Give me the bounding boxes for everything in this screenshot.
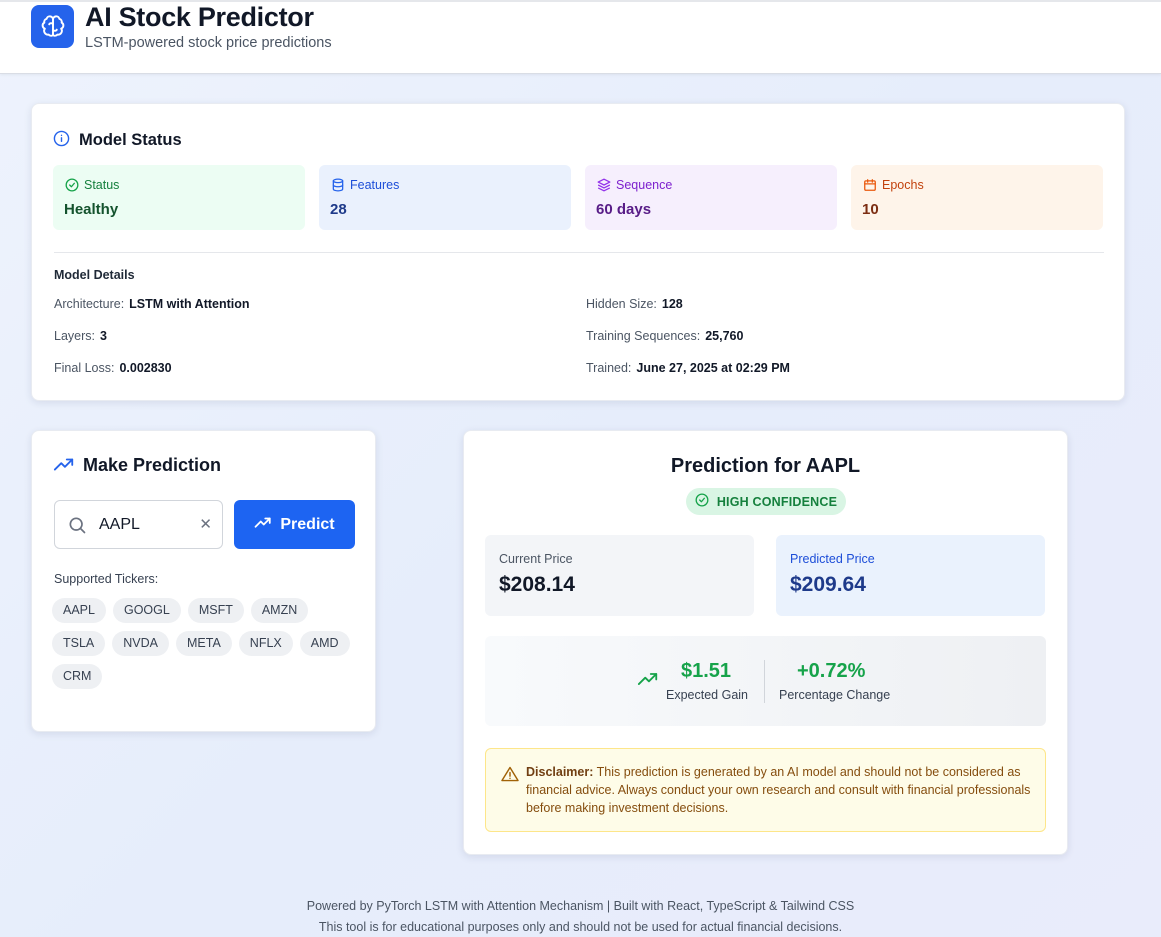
trending-up-icon (254, 516, 272, 534)
ticker-chip-crm[interactable]: CRM (52, 664, 103, 689)
brain-icon (31, 5, 74, 48)
detail-trained: Trained: June 27, 2025 at 02:29 PM (586, 361, 790, 375)
warning-icon (501, 766, 519, 787)
ticker-chip-nvda[interactable]: NVDA (112, 631, 169, 656)
footer-credits: Powered by PyTorch LSTM with Attention M… (306, 899, 855, 913)
ticker-chip-list: AAPL GOOGL MSFT AMZN TSLA NVDA META NFLX… (52, 598, 362, 689)
confidence-badge: HIGH CONFIDENCE (686, 488, 846, 515)
detail-label: Final Loss: (54, 361, 115, 375)
status-tile-label: Status (84, 178, 120, 192)
epochs-tile-label: Epochs (882, 178, 924, 192)
ticker-chip-aapl[interactable]: AAPL (52, 598, 106, 623)
detail-training-sequences: Training Sequences: 25,760 (586, 329, 743, 343)
ticker-input-value[interactable]: AAPL (99, 516, 140, 534)
prediction-title: Prediction for AAPL (670, 455, 861, 477)
status-tile: Status Healthy (53, 165, 305, 230)
epochs-tile-value: 10 (862, 201, 879, 218)
ticker-chip-tsla[interactable]: TSLA (52, 631, 106, 656)
current-price-label: Current Price (499, 552, 573, 566)
detail-architecture: Architecture: LSTM with Attention (54, 297, 250, 311)
search-icon (67, 515, 87, 540)
footer-note: This tool is for educational purposes on… (318, 920, 843, 934)
predicted-price-value: $209.64 (790, 573, 866, 596)
ticker-chip-amd[interactable]: AMD (299, 631, 350, 656)
ticker-input[interactable]: AAPL ✕ (54, 500, 223, 549)
disclaimer-label: Disclaimer: (526, 765, 594, 779)
app-title: AI Stock Predictor (85, 2, 314, 32)
features-tile-label: Features (350, 178, 400, 192)
current-price-box: Current Price $208.14 (485, 535, 754, 616)
current-price-value: $208.14 (499, 573, 575, 596)
calendar-icon (863, 178, 877, 197)
detail-value: 25,760 (705, 329, 744, 343)
ticker-chip-nflx[interactable]: NFLX (238, 631, 293, 656)
sequence-tile: Sequence 60 days (585, 165, 837, 230)
info-icon (53, 130, 70, 152)
detail-value: 0.002830 (119, 361, 172, 375)
detail-value: 128 (661, 297, 683, 311)
check-circle-icon (695, 493, 709, 510)
detail-label: Architecture: (54, 297, 125, 311)
ticker-chip-msft[interactable]: MSFT (187, 598, 244, 623)
expected-gain-value: $1.51 (681, 660, 732, 682)
supported-tickers-label: Supported Tickers: (54, 572, 159, 586)
ticker-chip-googl[interactable]: GOOGL (112, 598, 181, 623)
disclaimer-box: Disclaimer: This prediction is generated… (485, 748, 1046, 832)
sequence-tile-label: Sequence (616, 178, 673, 192)
detail-value: June 27, 2025 at 02:29 PM (636, 361, 790, 375)
divider (764, 660, 765, 703)
make-prediction-title: Make Prediction (83, 455, 222, 475)
status-tile-value: Healthy (64, 201, 119, 218)
sequence-tile-value: 60 days (596, 201, 652, 218)
app-subtitle: LSTM-powered stock price predictions (85, 35, 332, 51)
clear-icon[interactable]: ✕ (199, 517, 212, 533)
percentage-change-label: Percentage Change (779, 688, 891, 702)
divider (54, 252, 1104, 253)
model-details-title: Model Details (54, 268, 135, 282)
trending-up-icon (637, 672, 659, 692)
expected-gain-label: Expected Gain (666, 688, 748, 702)
predicted-price-box: Predicted Price $209.64 (776, 535, 1045, 616)
ticker-chip-amzn[interactable]: AMZN (250, 598, 309, 623)
database-icon (331, 178, 345, 197)
make-prediction-card: Make Prediction AAPL ✕ Predict Supported… (31, 430, 376, 732)
detail-label: Layers: (54, 329, 95, 343)
app-header: AI Stock Predictor LSTM-powered stock pr… (0, 0, 1161, 74)
epochs-tile: Epochs 10 (851, 165, 1103, 230)
disclaimer-text: Disclaimer: This prediction is generated… (526, 763, 1036, 817)
confidence-label: HIGH CONFIDENCE (716, 494, 838, 509)
detail-value: LSTM with Attention (129, 297, 250, 311)
detail-layers: Layers: 3 (54, 329, 107, 343)
features-tile: Features 28 (319, 165, 571, 230)
trending-up-icon (53, 457, 75, 478)
detail-label: Hidden Size: (586, 297, 657, 311)
detail-label: Training Sequences: (586, 329, 701, 343)
ticker-chip-meta[interactable]: META (176, 631, 232, 656)
layers-icon (597, 178, 611, 197)
disclaimer-body: This prediction is generated by an AI mo… (526, 765, 1031, 815)
model-status-title: Model Status (79, 131, 182, 149)
predict-button-label: Predict (280, 515, 335, 533)
detail-label: Trained: (586, 361, 632, 375)
check-circle-icon (65, 178, 79, 197)
percentage-change-value: +0.72% (797, 660, 866, 682)
detail-hidden-size: Hidden Size: 128 (586, 297, 683, 311)
predict-button[interactable]: Predict (234, 500, 355, 549)
prediction-result-card: Prediction for AAPL HIGH CONFIDENCE Curr… (463, 430, 1068, 855)
detail-value: 3 (100, 329, 107, 343)
predicted-price-label: Predicted Price (790, 552, 875, 566)
features-tile-value: 28 (330, 201, 347, 218)
expected-gain-box: $1.51 Expected Gain +0.72% Percentage Ch… (485, 636, 1046, 726)
detail-final-loss: Final Loss: 0.002830 (54, 361, 172, 375)
model-status-card: Model Status Status Healthy Features 28 … (31, 103, 1125, 401)
